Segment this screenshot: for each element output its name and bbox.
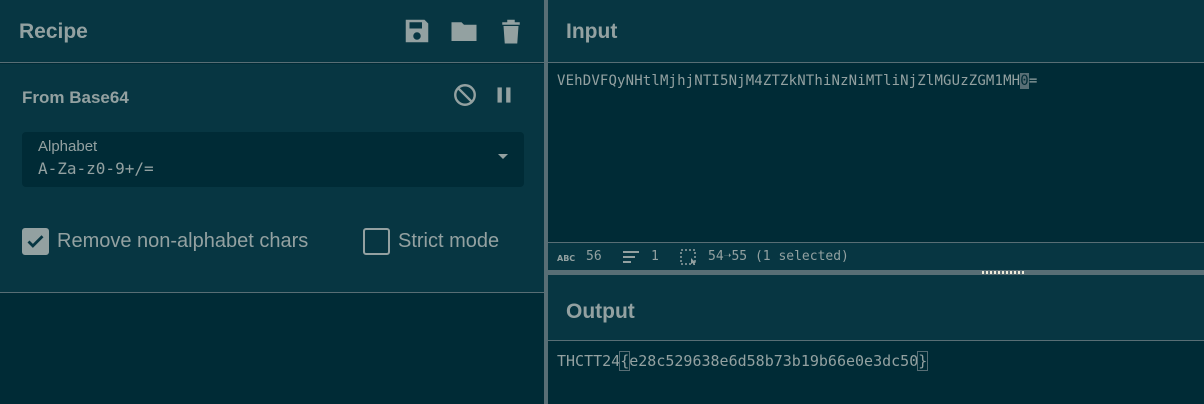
input-textarea[interactable]: VEhDVFQyNHtlMjhjNTI5NjM4ZTZkNThiNzNiMTli… xyxy=(557,73,1037,89)
input-header: Input xyxy=(548,0,1204,63)
input-selected-char: 0 xyxy=(1020,73,1029,89)
alphabet-value: A-Za-z0-9+/= xyxy=(38,159,154,178)
output-pane: Output THCTT24{e28c529638e6d58b73b19b66e… xyxy=(548,275,1204,404)
input-title: Input xyxy=(566,20,618,43)
input-lines: 1 xyxy=(651,249,659,264)
chevron-down-icon[interactable] xyxy=(498,154,508,159)
output-textarea[interactable]: THCTT24{e28c529638e6d58b73b19b66e0e3dc50… xyxy=(557,351,929,371)
trash-icon[interactable] xyxy=(496,16,526,46)
alphabet-select[interactable]: Alphabet A-Za-z0-9+/= xyxy=(22,132,524,187)
output-header: Output xyxy=(548,275,1204,341)
output-close-brace: } xyxy=(917,351,929,371)
abc-icon: ABC xyxy=(557,249,577,265)
input-text-after: = xyxy=(1028,73,1038,89)
resize-grip-icon[interactable] xyxy=(982,271,1026,274)
input-length: 56 xyxy=(586,249,602,264)
input-selection: 54➝55 (1 selected) xyxy=(708,249,849,264)
save-icon[interactable] xyxy=(402,16,432,46)
output-text-prefix: THCTT24 xyxy=(557,352,621,370)
operation-card-from-base64: From Base64 Alphabet A-Za-z0-9+/= Remove… xyxy=(0,64,544,293)
remove-non-alphabet-checkbox[interactable] xyxy=(22,228,49,255)
recipe-pane: Recipe From Base64 Alphabet A-Za-z0-9+/=… xyxy=(0,0,544,404)
selection-icon xyxy=(680,249,698,265)
input-text-before: VEhDVFQyNHtlMjhjNTI5NjM4ZTZkNThiNzNiMTli… xyxy=(557,73,1021,89)
output-title: Output xyxy=(566,300,635,323)
recipe-header: Recipe xyxy=(0,0,544,63)
output-open-brace: { xyxy=(619,351,631,371)
strict-mode-label[interactable]: Strict mode xyxy=(398,230,499,253)
remove-non-alphabet-label[interactable]: Remove non-alphabet chars xyxy=(57,230,308,253)
input-status-bar: ABC 56 1 54➝55 (1 selected) xyxy=(548,242,1204,270)
disable-icon[interactable] xyxy=(452,82,478,108)
input-pane: Input VEhDVFQyNHtlMjhjNTI5NjM4ZTZkNThiNz… xyxy=(548,0,1204,270)
strict-mode-checkbox[interactable] xyxy=(363,228,390,255)
operation-title: From Base64 xyxy=(22,88,129,107)
lines-icon xyxy=(622,249,640,265)
pause-icon[interactable] xyxy=(491,82,517,108)
output-text-inner: e28c529638e6d58b73b19b66e0e3dc50 xyxy=(629,352,919,370)
alphabet-label: Alphabet xyxy=(38,138,98,155)
recipe-title: Recipe xyxy=(19,20,88,43)
folder-icon[interactable] xyxy=(449,16,479,46)
svg-text:ABC: ABC xyxy=(557,254,575,263)
